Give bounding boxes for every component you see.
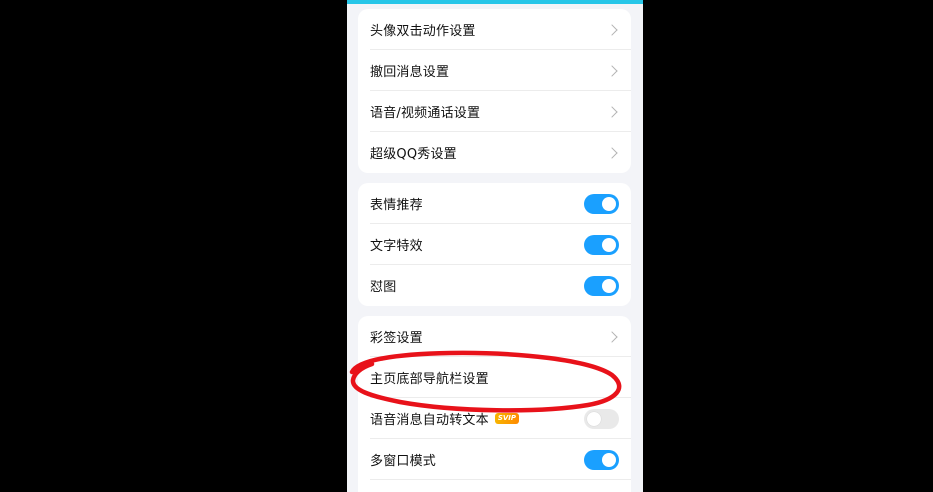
top-accent-bar [347, 0, 643, 4]
divider [370, 479, 631, 480]
multi-window-toggle[interactable] [584, 449, 619, 470]
setting-label: 表情推荐 [370, 198, 423, 213]
text-effects-toggle[interactable] [584, 234, 619, 255]
chevron-right-icon [606, 23, 618, 36]
setting-label: 语音/视频通话设置 [370, 106, 481, 121]
setting-label: 多窗口模式 [370, 454, 437, 469]
svip-badge: SVIP [494, 413, 520, 424]
voice-to-text-toggle[interactable] [584, 408, 619, 429]
settings-group-misc: 彩签设置 主页底部导航栏设置 语音消息自动转文本 SVIP 多窗口模式 [358, 316, 631, 492]
setting-label: 撤回消息设置 [370, 65, 450, 80]
meme-reply-toggle[interactable] [584, 275, 619, 296]
toggle-knob [602, 278, 616, 293]
settings-group-toggles: 表情推荐 文字特效 怼图 [358, 183, 631, 306]
chevron-right-icon [606, 105, 618, 118]
setting-multi-window: 多窗口模式 [358, 439, 631, 480]
setting-voice-video-call[interactable]: 语音/视频通话设置 [358, 91, 631, 132]
chevron-right-icon [606, 146, 618, 159]
emoji-recommend-toggle[interactable] [584, 193, 619, 214]
settings-group-navigation: 头像双击动作设置 撤回消息设置 语音/视频通话设置 超级QQ秀设置 [358, 9, 631, 173]
settings-screen: 头像双击动作设置 撤回消息设置 语音/视频通话设置 超级QQ秀设置 表情推荐 文… [347, 0, 643, 492]
setting-label: 语音消息自动转文本 [370, 413, 489, 428]
setting-label: 怼图 [370, 280, 397, 295]
toggle-knob [602, 196, 616, 211]
setting-avatar-double-tap[interactable]: 头像双击动作设置 [358, 9, 631, 50]
chevron-right-icon [606, 64, 618, 77]
setting-label: 彩签设置 [370, 331, 423, 346]
setting-meme-reply: 怼图 [358, 265, 631, 306]
setting-label: 主页底部导航栏设置 [370, 372, 489, 387]
setting-bottom-nav-bar[interactable]: 主页底部导航栏设置 [358, 357, 631, 398]
setting-recall-message[interactable]: 撤回消息设置 [358, 50, 631, 91]
chevron-right-icon [606, 330, 618, 343]
setting-label: 头像双击动作设置 [370, 24, 476, 39]
setting-label: 文字特效 [370, 239, 423, 254]
toggle-knob [587, 411, 601, 426]
setting-super-qq-show[interactable]: 超级QQ秀设置 [358, 132, 631, 173]
toggle-knob [602, 452, 616, 467]
setting-text-effects: 文字特效 [358, 224, 631, 265]
setting-label: 超级QQ秀设置 [370, 147, 457, 162]
setting-color-tag[interactable]: 彩签设置 [358, 316, 631, 357]
toggle-knob [602, 237, 616, 252]
setting-voice-to-text: 语音消息自动转文本 SVIP [358, 398, 631, 439]
setting-emoji-recommend: 表情推荐 [358, 183, 631, 224]
